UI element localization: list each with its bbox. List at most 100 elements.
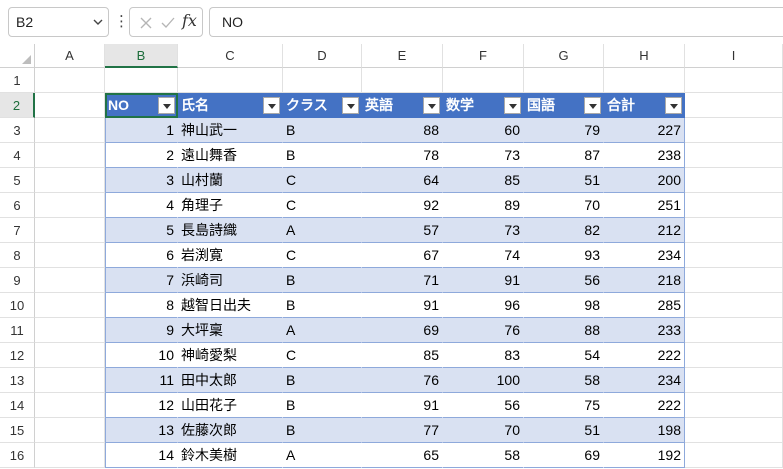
table-cell[interactable]: 233: [604, 318, 685, 343]
cell-i9[interactable]: [685, 268, 783, 293]
cell-i11[interactable]: [685, 318, 783, 343]
table-cell[interactable]: 98: [524, 293, 604, 318]
filter-dropdown-icon[interactable]: [342, 97, 359, 114]
table-cell[interactable]: 88: [524, 318, 604, 343]
table-cell[interactable]: 69: [362, 318, 443, 343]
table-cell[interactable]: 浜崎司: [178, 268, 283, 293]
table-cell[interactable]: 73: [443, 143, 524, 168]
cell-a8[interactable]: [35, 243, 105, 268]
table-cell[interactable]: B: [283, 293, 362, 318]
table-header-cell[interactable]: クラス: [283, 93, 362, 118]
table-cell[interactable]: 60: [443, 118, 524, 143]
cell-i13[interactable]: [685, 368, 783, 393]
table-cell[interactable]: A: [283, 318, 362, 343]
table-cell[interactable]: 佐藤次郎: [178, 418, 283, 443]
table-cell[interactable]: 77: [362, 418, 443, 443]
column-header-f[interactable]: F: [443, 44, 524, 68]
table-cell[interactable]: 10: [105, 343, 178, 368]
formula-input[interactable]: NO: [209, 7, 783, 37]
table-cell[interactable]: 88: [362, 118, 443, 143]
cell-a3[interactable]: [35, 118, 105, 143]
table-cell[interactable]: 大坪稟: [178, 318, 283, 343]
table-cell[interactable]: 6: [105, 243, 178, 268]
row-header-13[interactable]: 13: [0, 368, 35, 393]
table-cell[interactable]: 251: [604, 193, 685, 218]
table-cell[interactable]: 遠山舞香: [178, 143, 283, 168]
table-cell[interactable]: B: [283, 393, 362, 418]
table-cell[interactable]: C: [283, 168, 362, 193]
cell-d1[interactable]: [283, 68, 362, 93]
column-header-i[interactable]: I: [685, 44, 783, 68]
table-cell[interactable]: 神山武一: [178, 118, 283, 143]
table-cell[interactable]: 69: [524, 443, 604, 468]
table-header-cell[interactable]: 英語: [362, 93, 443, 118]
table-cell[interactable]: 222: [604, 393, 685, 418]
row-header-4[interactable]: 4: [0, 143, 35, 168]
table-cell[interactable]: 96: [443, 293, 524, 318]
cell-a1[interactable]: [35, 68, 105, 93]
table-cell[interactable]: B: [283, 368, 362, 393]
cell-i6[interactable]: [685, 193, 783, 218]
chevron-down-icon[interactable]: [92, 17, 104, 27]
cell-a15[interactable]: [35, 418, 105, 443]
table-header-cell[interactable]: 氏名: [178, 93, 283, 118]
cell-a4[interactable]: [35, 143, 105, 168]
table-cell[interactable]: 8: [105, 293, 178, 318]
table-cell[interactable]: 79: [524, 118, 604, 143]
column-header-e[interactable]: E: [362, 44, 443, 68]
table-cell[interactable]: 65: [362, 443, 443, 468]
table-cell[interactable]: 5: [105, 218, 178, 243]
table-cell[interactable]: B: [283, 418, 362, 443]
cell-i1[interactable]: [685, 68, 783, 93]
table-cell[interactable]: 田中太郎: [178, 368, 283, 393]
cell-b1[interactable]: [105, 68, 178, 93]
table-header-cell[interactable]: NO: [105, 93, 178, 118]
table-cell[interactable]: 57: [362, 218, 443, 243]
row-header-3[interactable]: 3: [0, 118, 35, 143]
cell-a11[interactable]: [35, 318, 105, 343]
table-cell[interactable]: 13: [105, 418, 178, 443]
cell-i8[interactable]: [685, 243, 783, 268]
cell-f1[interactable]: [443, 68, 524, 93]
cell-i7[interactable]: [685, 218, 783, 243]
name-box[interactable]: B2: [8, 7, 109, 37]
table-cell[interactable]: 238: [604, 143, 685, 168]
table-cell[interactable]: 74: [443, 243, 524, 268]
cell-g1[interactable]: [524, 68, 604, 93]
table-cell[interactable]: 58: [443, 443, 524, 468]
table-cell[interactable]: 2: [105, 143, 178, 168]
table-cell[interactable]: 76: [443, 318, 524, 343]
table-cell[interactable]: 89: [443, 193, 524, 218]
column-header-g[interactable]: G: [524, 44, 604, 68]
table-cell[interactable]: 198: [604, 418, 685, 443]
cell-i14[interactable]: [685, 393, 783, 418]
cell-i2[interactable]: [685, 93, 783, 118]
table-cell[interactable]: A: [283, 218, 362, 243]
table-cell[interactable]: 67: [362, 243, 443, 268]
table-cell[interactable]: 227: [604, 118, 685, 143]
cell-a13[interactable]: [35, 368, 105, 393]
table-cell[interactable]: 4: [105, 193, 178, 218]
row-header-9[interactable]: 9: [0, 268, 35, 293]
table-cell[interactable]: 64: [362, 168, 443, 193]
table-cell[interactable]: 3: [105, 168, 178, 193]
cell-a9[interactable]: [35, 268, 105, 293]
cell-i5[interactable]: [685, 168, 783, 193]
cell-a2[interactable]: [35, 93, 105, 118]
table-cell[interactable]: 58: [524, 368, 604, 393]
table-cell[interactable]: B: [283, 118, 362, 143]
cell-c1[interactable]: [178, 68, 283, 93]
table-cell[interactable]: 70: [524, 193, 604, 218]
cell-h1[interactable]: [604, 68, 685, 93]
row-header-16[interactable]: 16: [0, 443, 35, 468]
row-header-5[interactable]: 5: [0, 168, 35, 193]
filter-dropdown-icon[interactable]: [504, 97, 521, 114]
table-cell[interactable]: 100: [443, 368, 524, 393]
table-cell[interactable]: 14: [105, 443, 178, 468]
table-cell[interactable]: 91: [362, 393, 443, 418]
table-cell[interactable]: 越智日出夫: [178, 293, 283, 318]
table-cell[interactable]: 83: [443, 343, 524, 368]
row-header-1[interactable]: 1: [0, 68, 35, 93]
table-cell[interactable]: 93: [524, 243, 604, 268]
table-cell[interactable]: 70: [443, 418, 524, 443]
